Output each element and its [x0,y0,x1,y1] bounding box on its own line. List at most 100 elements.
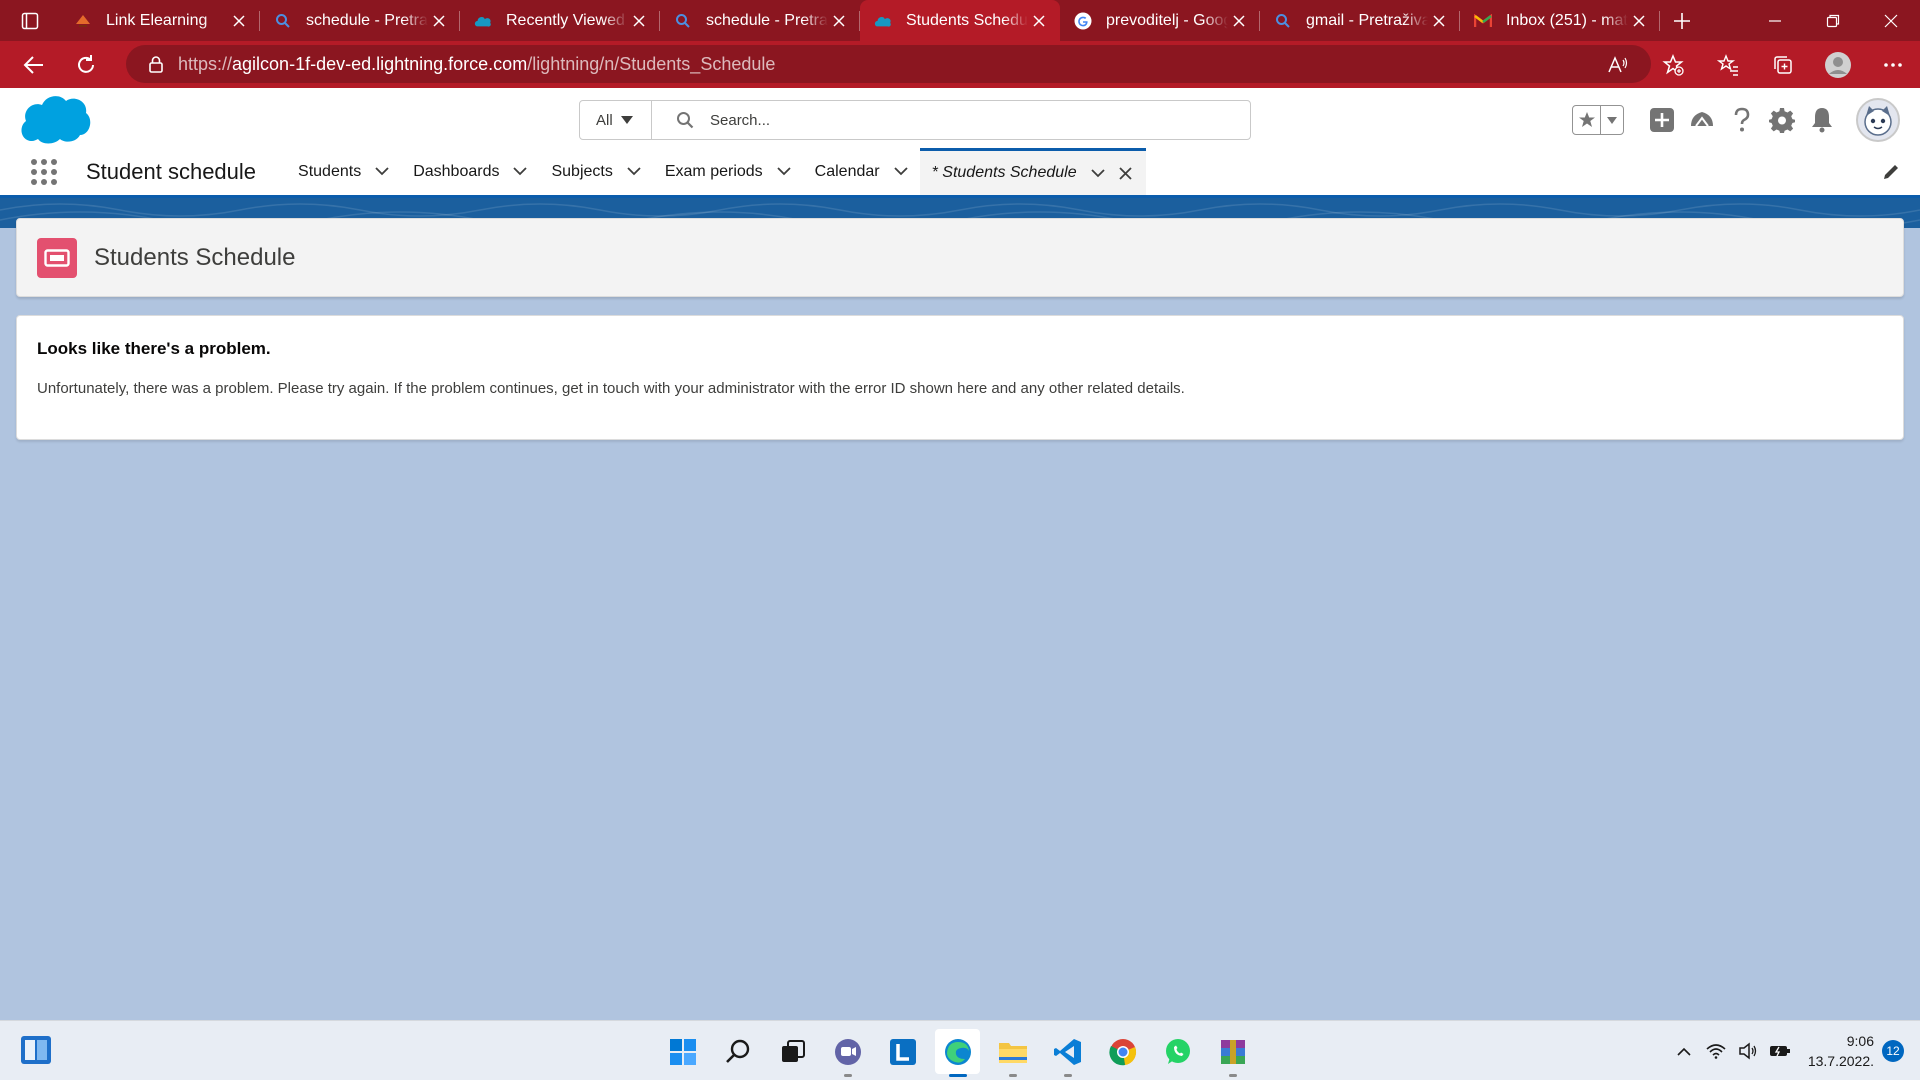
read-aloud-button[interactable] [1590,41,1645,88]
favorites-button[interactable] [1700,41,1755,88]
nav-item-dashboards[interactable]: Dashboards [401,148,539,195]
lync-button[interactable] [880,1029,925,1074]
global-search: All [579,100,1251,140]
collections-button[interactable] [1755,41,1810,88]
google-icon [1074,12,1092,30]
nav-item-calendar[interactable]: Calendar [803,148,920,195]
notification-badge[interactable]: 12 [1882,1040,1904,1062]
browser-tab-active[interactable]: Students Schedule | Salesforce [860,0,1060,41]
more-icon [1883,62,1902,67]
salesforce-cloud-icon [474,12,492,30]
favorites-list-button[interactable] [1601,106,1623,134]
wifi-button[interactable] [1702,1037,1730,1065]
tab-title: schedule - Pretraživanje [706,11,828,29]
nav-item-students[interactable]: Students [286,148,401,195]
edit-nav-button[interactable] [1882,163,1900,181]
tab-title: gmail - Pretraživanje [1306,11,1428,29]
close-icon[interactable] [1118,166,1132,180]
volume-button[interactable] [1734,1037,1762,1065]
back-button[interactable] [8,41,60,88]
profile-button[interactable] [1810,41,1865,88]
search-field [652,101,1250,139]
tab-students-schedule[interactable]: * Students Schedule [919,148,1146,195]
chrome-button[interactable] [1100,1029,1145,1074]
tab-actions-button[interactable] [0,0,60,41]
close-icon[interactable] [428,10,450,32]
browser-tab[interactable]: Link Elearning [60,0,260,41]
close-icon[interactable] [1428,10,1450,32]
whatsapp-icon [1165,1038,1190,1064]
close-icon[interactable] [628,10,650,32]
close-icon[interactable] [1228,10,1250,32]
restore-button[interactable] [1804,0,1862,41]
winrar-button[interactable] [1210,1029,1255,1077]
browser-tab[interactable]: Inbox (251) - mat [1460,0,1660,41]
caret-down-icon [1607,116,1617,124]
nav-item-label: Dashboards [413,162,500,180]
browser-tab[interactable]: prevoditelj - Google [1060,0,1260,41]
volume-icon [1739,1042,1756,1060]
browser-tab[interactable]: schedule - Pretraživanje [260,0,460,41]
close-icon[interactable] [828,10,850,32]
more-menu-button[interactable] [1865,41,1920,88]
browser-tab[interactable]: schedule - Pretraživanje [660,0,860,41]
custom-tab-icon [37,237,77,278]
minimize-button[interactable] [1746,0,1804,41]
close-icon[interactable] [228,10,250,32]
wifi-icon [1706,1044,1726,1059]
whatsapp-button[interactable] [1155,1029,1200,1074]
running-indicator [1228,1074,1237,1077]
battery-button[interactable] [1766,1037,1794,1065]
vscode-button[interactable] [1045,1029,1090,1077]
gmail-icon [1474,12,1492,30]
browser-tab[interactable]: Recently Viewed | Salesforce [460,0,660,41]
close-window-button[interactable] [1862,0,1920,41]
widgets-icon [21,1036,51,1064]
app-launcher-icon [31,158,57,185]
nav-item-exam-periods[interactable]: Exam periods [653,148,803,195]
new-tab-button[interactable] [1660,0,1704,41]
nav-item-subjects[interactable]: Subjects [539,148,652,195]
favorite-star-button[interactable] [1573,106,1601,134]
star-add-icon [1661,53,1684,76]
minimize-icon [1769,19,1781,22]
avatar[interactable] [1856,98,1900,142]
browser-toolbar-right [1590,41,1920,88]
teams-chat-icon [834,1038,861,1065]
search-scope-dropdown[interactable]: All [580,101,652,139]
global-actions-button[interactable] [1646,104,1678,136]
edge-button[interactable] [935,1029,980,1077]
browser-tabs: Link Elearning schedule - Pretraživanje … [60,0,1660,41]
clock-button[interactable]: 9:06 13.7.2022. [1808,1031,1874,1071]
teams-chat-button[interactable] [825,1029,870,1077]
read-aloud-icon [1607,55,1627,72]
search-input[interactable] [710,111,1110,129]
close-icon[interactable] [1628,10,1650,32]
url-scheme: https:// [178,53,233,74]
app-name: Student schedule [86,158,257,184]
start-button[interactable] [660,1029,705,1074]
browser-tab[interactable]: gmail - Pretraživanje [1260,0,1460,41]
close-icon[interactable] [1028,10,1050,32]
trailhead-button[interactable] [1686,104,1718,136]
search-icon [674,12,692,30]
setup-button[interactable] [1766,104,1798,136]
url-bar[interactable]: https://agilcon-1f-dev-ed.lightning.forc… [126,45,1651,83]
widgets-button[interactable] [20,1035,52,1065]
show-hidden-icons-button[interactable] [1670,1037,1698,1065]
taskbar-search-button[interactable] [715,1029,760,1074]
salesforce-logo[interactable] [18,93,92,145]
add-favorite-button[interactable] [1645,41,1700,88]
add-icon [1650,108,1674,132]
star-icon [1578,112,1595,127]
notifications-button[interactable] [1806,104,1838,136]
file-explorer-icon [998,1042,1027,1063]
tab-title: Recently Viewed | Salesforce [506,11,628,29]
file-explorer-button[interactable] [990,1029,1035,1077]
app-launcher-button[interactable] [16,158,72,186]
nav-item-label: Exam periods [664,162,763,180]
chevron-down-icon [777,167,791,176]
task-view-button[interactable] [770,1029,815,1074]
refresh-button[interactable] [60,41,112,88]
help-button[interactable] [1726,104,1758,136]
